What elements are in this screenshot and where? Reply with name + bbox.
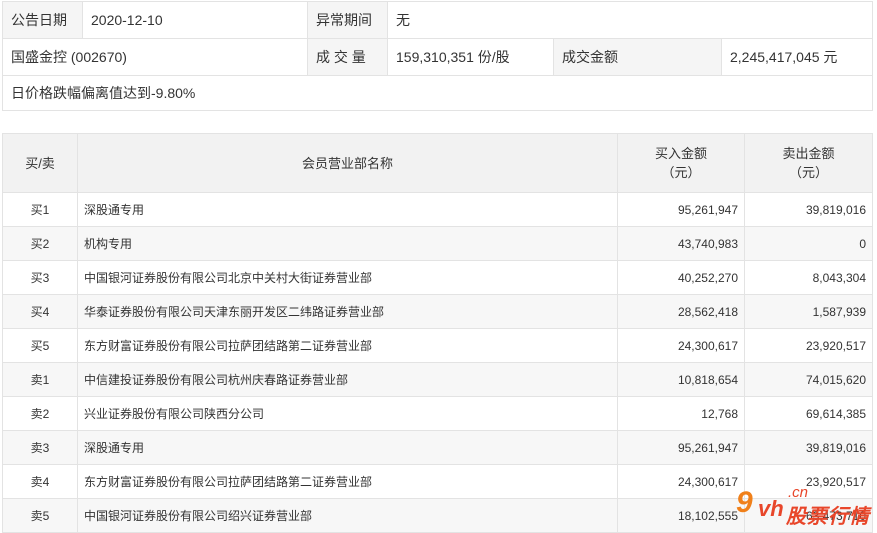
row-sell-amount: 8,043,304 xyxy=(744,260,873,295)
row-member-name: 机构专用 xyxy=(77,226,618,261)
row-member-name: 东方财富证券股份有限公司拉萨团结路第二证券营业部 xyxy=(77,464,618,499)
header-sell-unit: （元） xyxy=(788,165,828,180)
row-sell-amount: 39,819,016 xyxy=(744,430,873,465)
row-buy-amount: 18,102,555 xyxy=(617,498,745,533)
row-side: 买4 xyxy=(2,294,78,329)
row-side: 卖5 xyxy=(2,498,78,533)
abnormal-period-label: 异常期间 xyxy=(307,1,388,39)
row-side: 买5 xyxy=(2,328,78,363)
amount-label: 成交金额 xyxy=(553,38,722,76)
volume-label: 成 交 量 xyxy=(307,38,388,76)
announcement-info-table: 公告日期 2020-12-10 异常期间 无 国盛金控 (002670) 成 交… xyxy=(1,1,874,111)
row-buy-amount: 28,562,418 xyxy=(617,294,745,329)
row-member-name: 华泰证券股份有限公司天津东丽开发区二纬路证券营业部 xyxy=(77,294,618,329)
table-row: 买2 机构专用 43,740,983 0 xyxy=(2,226,873,261)
table-row: 卖4 东方财富证券股份有限公司拉萨团结路第二证券营业部 24,300,617 2… xyxy=(2,464,873,499)
volume-value: 159,310,351 份/股 xyxy=(387,38,554,76)
trading-detail-table: 买/卖 会员营业部名称 买入金额 （元） 卖出金额 （元） 买1 深股通专用 9… xyxy=(2,133,873,533)
row-side: 卖1 xyxy=(2,362,78,397)
header-sell-amount: 卖出金额 （元） xyxy=(744,133,873,193)
table-row: 买4 华泰证券股份有限公司天津东丽开发区二纬路证券营业部 28,562,418 … xyxy=(2,294,873,329)
info-row-reason: 日价格跌幅偏离值达到-9.80% xyxy=(1,75,874,111)
row-member-name: 深股通专用 xyxy=(77,430,618,465)
row-buy-amount: 43,740,983 xyxy=(617,226,745,261)
row-sell-amount: 74,015,620 xyxy=(744,362,873,397)
header-buy-label: 买入金额 xyxy=(654,146,707,161)
header-sell-label: 卖出金额 xyxy=(782,146,835,161)
row-sell-amount: 39,819,016 xyxy=(744,192,873,227)
header-side: 买/卖 xyxy=(2,133,78,193)
row-sell-amount: 1,587,939 xyxy=(744,294,873,329)
table-header-row: 买/卖 会员营业部名称 买入金额 （元） 卖出金额 （元） xyxy=(2,133,873,193)
row-member-name: 东方财富证券股份有限公司拉萨团结路第二证券营业部 xyxy=(77,328,618,363)
abnormal-period-value: 无 xyxy=(386,1,874,39)
header-buy-unit: （元） xyxy=(661,165,701,180)
row-sell-amount: 0 xyxy=(744,226,873,261)
date-label: 公告日期 xyxy=(2,1,83,39)
row-buy-amount: 24,300,617 xyxy=(617,464,745,499)
table-row: 买1 深股通专用 95,261,947 39,819,016 xyxy=(2,192,873,227)
row-sell-amount: 63,473,710 xyxy=(744,498,873,533)
row-buy-amount: 95,261,947 xyxy=(617,192,745,227)
row-side: 买2 xyxy=(2,226,78,261)
header-buy-amount: 买入金额 （元） xyxy=(617,133,745,193)
row-member-name: 深股通专用 xyxy=(77,192,618,227)
row-member-name: 中信建投证券股份有限公司杭州庆春路证券营业部 xyxy=(77,362,618,397)
row-side: 买1 xyxy=(2,192,78,227)
info-row-trade: 国盛金控 (002670) 成 交 量 159,310,351 份/股 成交金额… xyxy=(2,38,874,76)
row-side: 卖4 xyxy=(2,464,78,499)
row-sell-amount: 69,614,385 xyxy=(744,396,873,431)
row-member-name: 中国银河证券股份有限公司北京中关村大街证券营业部 xyxy=(77,260,618,295)
table-row: 买5 东方财富证券股份有限公司拉萨团结路第二证券营业部 24,300,617 2… xyxy=(2,328,873,363)
table-row: 卖5 中国银河证券股份有限公司绍兴证券营业部 18,102,555 63,473… xyxy=(2,498,873,533)
row-side: 卖3 xyxy=(2,430,78,465)
amount-value: 2,245,417,045 元 xyxy=(720,38,874,76)
row-buy-amount: 40,252,270 xyxy=(617,260,745,295)
row-side: 买3 xyxy=(2,260,78,295)
row-buy-amount: 95,261,947 xyxy=(617,430,745,465)
listing-reason: 日价格跌幅偏离值达到-9.80% xyxy=(1,75,874,111)
stock-name: 国盛金控 (002670) xyxy=(2,38,308,76)
row-buy-amount: 24,300,617 xyxy=(617,328,745,363)
table-row: 卖2 兴业证券股份有限公司陕西分公司 12,768 69,614,385 xyxy=(2,396,873,431)
table-row: 买3 中国银河证券股份有限公司北京中关村大街证券营业部 40,252,270 8… xyxy=(2,260,873,295)
row-side: 卖2 xyxy=(2,396,78,431)
row-sell-amount: 23,920,517 xyxy=(744,464,873,499)
table-row: 卖3 深股通专用 95,261,947 39,819,016 xyxy=(2,430,873,465)
row-member-name: 兴业证券股份有限公司陕西分公司 xyxy=(77,396,618,431)
row-buy-amount: 10,818,654 xyxy=(617,362,745,397)
row-sell-amount: 23,920,517 xyxy=(744,328,873,363)
info-row-date: 公告日期 2020-12-10 异常期间 无 xyxy=(2,1,874,39)
row-buy-amount: 12,768 xyxy=(617,396,745,431)
row-member-name: 中国银河证券股份有限公司绍兴证券营业部 xyxy=(77,498,618,533)
header-member: 会员营业部名称 xyxy=(77,133,618,193)
date-value: 2020-12-10 xyxy=(82,1,308,39)
table-row: 卖1 中信建投证券股份有限公司杭州庆春路证券营业部 10,818,654 74,… xyxy=(2,362,873,397)
